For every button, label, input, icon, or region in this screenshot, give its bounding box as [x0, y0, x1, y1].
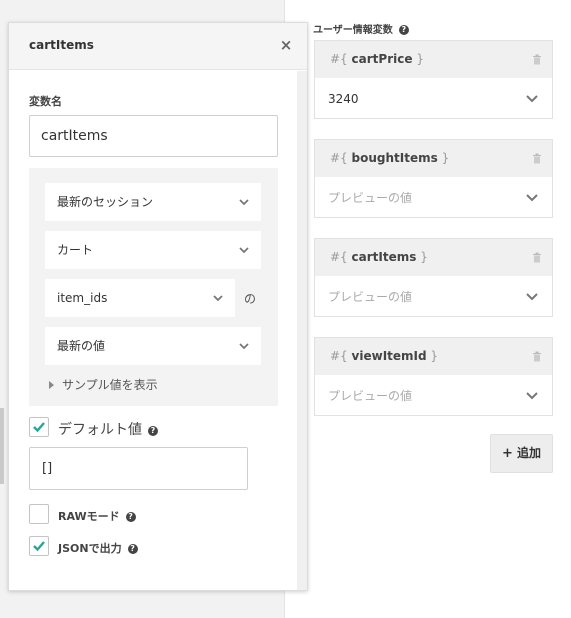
variable-name: #{ cartItems } [330, 250, 428, 264]
variable-name-label: 変数名 [29, 95, 62, 108]
variable-name-input[interactable]: cartItems [29, 115, 278, 157]
show-sample-label: サンプル値を表示 [62, 378, 158, 392]
trash-icon[interactable] [532, 252, 542, 263]
chevron-down-icon [526, 194, 538, 202]
variable-preview-value: プレビューの値 [328, 389, 413, 403]
field-select[interactable]: item_ids [45, 279, 235, 317]
trash-icon[interactable] [532, 351, 542, 362]
chevron-down-icon [526, 293, 538, 301]
source-settings-group: 最新のセッション カート item_ids の 最新の値 サンプル値を表示 [29, 168, 278, 406]
variable-name: #{ cartPrice } [330, 52, 424, 66]
check-icon [33, 422, 45, 433]
variable-card: #{ boughtItems } プレビューの値 [314, 139, 553, 218]
variable-name: #{ viewItemId } [330, 349, 439, 363]
check-icon [33, 541, 45, 552]
event-select[interactable]: カート [45, 231, 261, 269]
close-icon[interactable]: × [277, 35, 295, 55]
help-icon[interactable]: ? [125, 512, 136, 522]
add-button-label: 追加 [516, 446, 541, 460]
raw-mode-label: RAWモード? [58, 508, 136, 524]
caret-right-icon [49, 381, 54, 389]
panel-header: cartItems × [9, 23, 307, 70]
help-icon[interactable]: ? [127, 544, 138, 554]
chevron-down-icon [526, 95, 538, 103]
field-select-value: item_ids [57, 291, 108, 305]
help-icon[interactable]: ? [398, 25, 409, 35]
variable-preview-select[interactable]: プレビューの値 [315, 177, 552, 219]
variable-name: #{ boughtItems } [330, 151, 450, 165]
variable-preview-value: プレビューの値 [328, 290, 413, 304]
chevron-down-icon [239, 343, 249, 350]
value-type-select-value: 最新の値 [57, 339, 106, 353]
left-edge-handle[interactable] [0, 408, 4, 484]
value-type-select[interactable]: 最新の値 [45, 327, 261, 365]
default-value-input[interactable]: [] [29, 447, 248, 490]
chevron-down-icon [239, 199, 249, 206]
chevron-down-icon [526, 392, 538, 400]
user-variables-title-text: ユーザー情報変数 [313, 25, 393, 36]
variable-edit-panel: cartItems × 変数名 cartItems 最新のセッション カート i… [8, 22, 308, 591]
chevron-down-icon [239, 247, 249, 254]
variable-preview-select[interactable]: プレビューの値 [315, 276, 552, 318]
variable-card: #{ cartPrice } 3240 [314, 40, 553, 119]
add-variable-button[interactable]: + 追加 [490, 434, 553, 473]
trash-icon[interactable] [532, 153, 542, 164]
variable-preview-select[interactable]: プレビューの値 [315, 375, 552, 417]
panel-title: cartItems [29, 38, 94, 52]
plus-icon: + [502, 446, 513, 461]
variable-card-header: #{ cartPrice } [315, 41, 552, 78]
event-select-value: カート [57, 243, 94, 257]
help-icon[interactable]: ? [148, 426, 158, 436]
scrollbar-track[interactable] [297, 71, 307, 590]
variable-card: #{ cartItems } プレビューの値 [314, 238, 553, 317]
default-value-label: デフォルト値? [58, 419, 158, 439]
session-select-value: 最新のセッション [57, 195, 154, 209]
chevron-down-icon [213, 295, 223, 302]
variable-preview-value: 3240 [328, 92, 359, 106]
session-select[interactable]: 最新のセッション [45, 183, 261, 221]
raw-mode-checkbox[interactable] [29, 504, 49, 524]
json-output-checkbox[interactable] [29, 536, 49, 556]
variable-card: #{ viewItemId } プレビューの値 [314, 337, 553, 416]
user-variables-title: ユーザー情報変数? [313, 21, 409, 36]
variable-preview-value: プレビューの値 [328, 191, 413, 205]
variable-preview-select[interactable]: 3240 [315, 78, 552, 120]
show-sample-toggle[interactable]: サンプル値を表示 [49, 376, 158, 393]
json-output-label: JSONで出力? [58, 540, 138, 556]
variable-card-header: #{ viewItemId } [315, 338, 552, 375]
default-value-checkbox[interactable] [29, 417, 49, 437]
variable-card-header: #{ cartItems } [315, 239, 552, 276]
variable-card-header: #{ boughtItems } [315, 140, 552, 177]
trash-icon[interactable] [532, 54, 542, 65]
of-label: の [244, 292, 257, 306]
